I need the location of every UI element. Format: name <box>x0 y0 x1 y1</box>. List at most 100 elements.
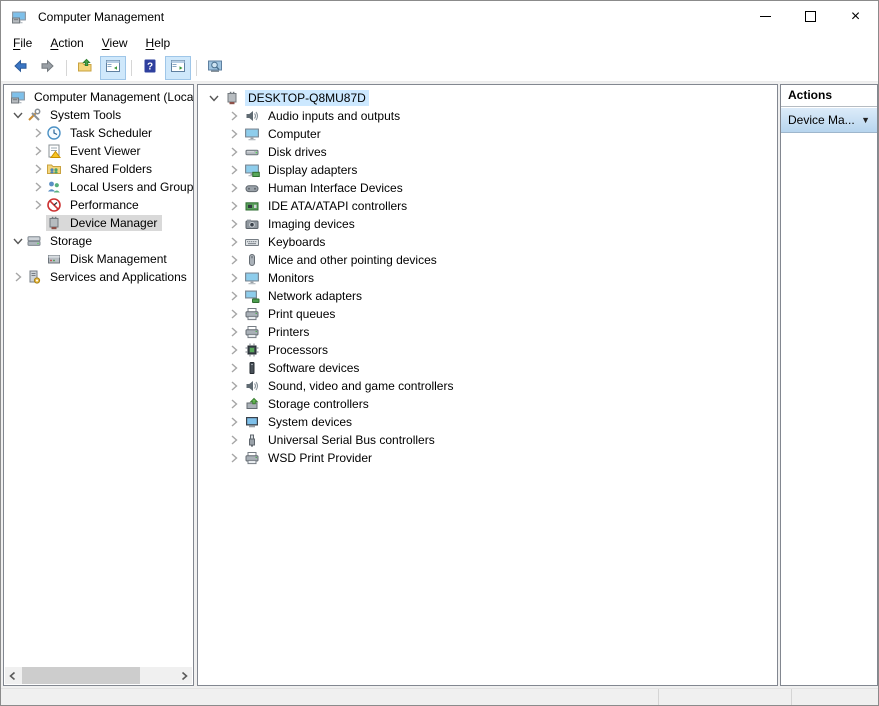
chevron-collapsed-icon[interactable] <box>224 162 244 178</box>
menu-help[interactable]: Help <box>137 33 180 53</box>
status-bar <box>1 688 878 706</box>
chevron-collapsed-icon[interactable] <box>224 108 244 124</box>
up-one-level-button[interactable] <box>72 56 98 80</box>
tree-item[interactable]: WSD Print Provider <box>198 449 777 467</box>
chevron-collapsed-icon[interactable] <box>224 378 244 394</box>
tree-item[interactable]: Printers <box>198 323 777 341</box>
chevron-spacer <box>30 215 46 231</box>
show-console-tree-button[interactable] <box>100 56 126 80</box>
chevron-collapsed-icon[interactable] <box>10 269 26 285</box>
menu-file[interactable]: File <box>4 33 41 53</box>
tree-item[interactable]: Disk drives <box>198 143 777 161</box>
tree-item-label: Computer Management (Local <box>31 89 194 105</box>
scrollbar-thumb[interactable] <box>22 667 140 684</box>
chevron-collapsed-icon[interactable] <box>224 396 244 412</box>
title-bar: Computer Management × <box>1 1 878 32</box>
tree-item[interactable]: Disk Management <box>4 250 193 268</box>
tree-item[interactable]: Display adapters <box>198 161 777 179</box>
tree-item[interactable]: Processors <box>198 341 777 359</box>
chevron-collapsed-icon[interactable] <box>30 197 46 213</box>
chevron-collapsed-icon[interactable] <box>224 198 244 214</box>
chevron-collapsed-icon[interactable] <box>224 432 244 448</box>
tree-item[interactable]: Human Interface Devices <box>198 179 777 197</box>
device-list-panel: DESKTOP-Q8MU87DAudio inputs and outputs C… <box>197 84 778 686</box>
device-manager-actions-group[interactable]: Device Ma... ▼ <box>781 108 877 133</box>
tree-item[interactable]: Keyboards <box>198 233 777 251</box>
tree-item-body: Services and Applications <box>26 269 192 285</box>
tree-item[interactable]: Services and Applications <box>4 268 193 286</box>
chevron-collapsed-icon[interactable] <box>30 161 46 177</box>
chevron-collapsed-icon[interactable] <box>30 179 46 195</box>
back-button[interactable] <box>7 56 33 80</box>
chevron-collapsed-icon[interactable] <box>224 144 244 160</box>
menu-view[interactable]: View <box>93 33 137 53</box>
tree-item[interactable]: Performance <box>4 196 193 214</box>
tree-item-label: Services and Applications <box>47 269 190 285</box>
tree-item[interactable]: Audio inputs and outputs <box>198 107 777 125</box>
chevron-collapsed-icon[interactable] <box>224 450 244 466</box>
chevron-expanded-icon[interactable] <box>10 233 26 249</box>
tree-item[interactable]: DESKTOP-Q8MU87D <box>198 89 777 107</box>
chevron-collapsed-icon[interactable] <box>224 324 244 340</box>
tree-item[interactable]: Mice and other pointing devices <box>198 251 777 269</box>
tree-item-label: Computer <box>265 126 324 142</box>
close-button[interactable]: × <box>833 1 878 32</box>
shared-folders-icon <box>46 161 62 177</box>
chevron-expanded-icon[interactable] <box>204 90 224 106</box>
actions-group-label: Device Ma... <box>788 113 857 127</box>
menu-action[interactable]: Action <box>41 33 92 53</box>
tree-item-label: Disk drives <box>265 144 330 160</box>
console-window-button[interactable] <box>202 56 228 80</box>
tree-item[interactable]: Storage controllers <box>198 395 777 413</box>
tree-item[interactable]: Task Scheduler <box>4 124 193 142</box>
forward-button[interactable] <box>35 56 61 80</box>
scroll-left-icon[interactable] <box>5 667 21 684</box>
tree-item[interactable]: Print queues <box>198 305 777 323</box>
chevron-collapsed-icon[interactable] <box>224 126 244 142</box>
tree-item[interactable]: IDE ATA/ATAPI controllers <box>198 197 777 215</box>
tree-item[interactable]: Network adapters <box>198 287 777 305</box>
minimize-button[interactable] <box>743 1 788 32</box>
tree-item[interactable]: Software devices <box>198 359 777 377</box>
tree-item[interactable]: Computer <box>198 125 777 143</box>
chevron-collapsed-icon[interactable] <box>224 414 244 430</box>
tree-item-label: Audio inputs and outputs <box>265 108 403 124</box>
tree-item[interactable]: Monitors <box>198 269 777 287</box>
chevron-collapsed-icon[interactable] <box>224 270 244 286</box>
tree-item[interactable]: Imaging devices <box>198 215 777 233</box>
help-button[interactable]: ? <box>137 56 163 80</box>
tree-item[interactable]: System Tools <box>4 106 193 124</box>
chevron-collapsed-icon[interactable] <box>30 143 46 159</box>
chevron-collapsed-icon[interactable] <box>30 125 46 141</box>
tree-item[interactable]: System devices <box>198 413 777 431</box>
chevron-collapsed-icon[interactable] <box>224 306 244 322</box>
chevron-collapsed-icon[interactable] <box>224 180 244 196</box>
scroll-right-icon[interactable] <box>176 667 192 684</box>
tree-item-label: Monitors <box>265 270 317 286</box>
chevron-collapsed-icon[interactable] <box>224 252 244 268</box>
tree-item[interactable]: Computer Management (Local <box>4 88 193 106</box>
dropdown-arrow-icon[interactable]: ▼ <box>861 115 870 125</box>
horizontal-scrollbar[interactable] <box>5 667 192 684</box>
chevron-expanded-icon[interactable] <box>10 107 26 123</box>
tree-item[interactable]: Universal Serial Bus controllers <box>198 431 777 449</box>
tree-item-body: Disk Management <box>46 251 172 267</box>
chevron-collapsed-icon[interactable] <box>224 288 244 304</box>
tree-item[interactable]: Local Users and Groups <box>4 178 193 196</box>
tree-item-label: Local Users and Groups <box>67 179 194 195</box>
tree-item[interactable]: Sound, video and game controllers <box>198 377 777 395</box>
chevron-collapsed-icon[interactable] <box>224 342 244 358</box>
tree-item[interactable]: Storage <box>4 232 193 250</box>
maximize-button[interactable] <box>788 1 833 32</box>
tree-item[interactable]: Device Manager <box>4 214 193 232</box>
chevron-collapsed-icon[interactable] <box>224 360 244 376</box>
tree-item[interactable]: Event Viewer <box>4 142 193 160</box>
action-pane-icon <box>170 58 186 77</box>
chevron-collapsed-icon[interactable] <box>224 216 244 232</box>
show-action-pane-button[interactable] <box>165 56 191 80</box>
tree-item[interactable]: Shared Folders <box>4 160 193 178</box>
scrollbar-track[interactable] <box>21 667 176 684</box>
tree-item-label: Device Manager <box>67 215 160 231</box>
chevron-collapsed-icon[interactable] <box>224 234 244 250</box>
tree-item-body: Task Scheduler <box>46 125 157 141</box>
